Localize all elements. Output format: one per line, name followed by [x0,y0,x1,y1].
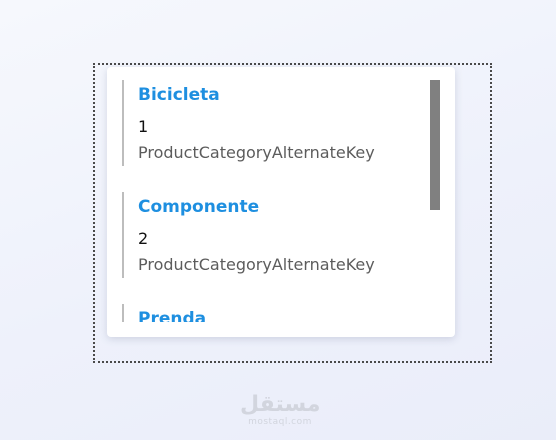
item-key: ProductCategoryAlternateKey [138,143,375,162]
card-list-container: Bicicleta 1 ProductCategoryAlternateKey … [107,67,455,337]
item-title: Componente [138,197,260,217]
category-list: Bicicleta 1 ProductCategoryAlternateKey … [122,80,422,322]
item-title: Prenda [138,309,207,322]
item-value: 1 [138,117,149,136]
list-item[interactable]: Prenda [122,304,422,322]
watermark-logo: مستقل mostaql.com [240,392,321,428]
item-value: 2 [138,229,149,248]
scrollbar-thumb[interactable] [430,80,440,210]
list-item[interactable]: Componente 2 ProductCategoryAlternateKey [122,192,422,278]
list-item[interactable]: Bicicleta 1 ProductCategoryAlternateKey [122,80,422,166]
item-title: Bicicleta [138,85,220,105]
item-key: ProductCategoryAlternateKey [138,255,375,274]
watermark-main-text: مستقل [240,392,321,417]
watermark-sub-text: mostaql.com [248,417,312,427]
